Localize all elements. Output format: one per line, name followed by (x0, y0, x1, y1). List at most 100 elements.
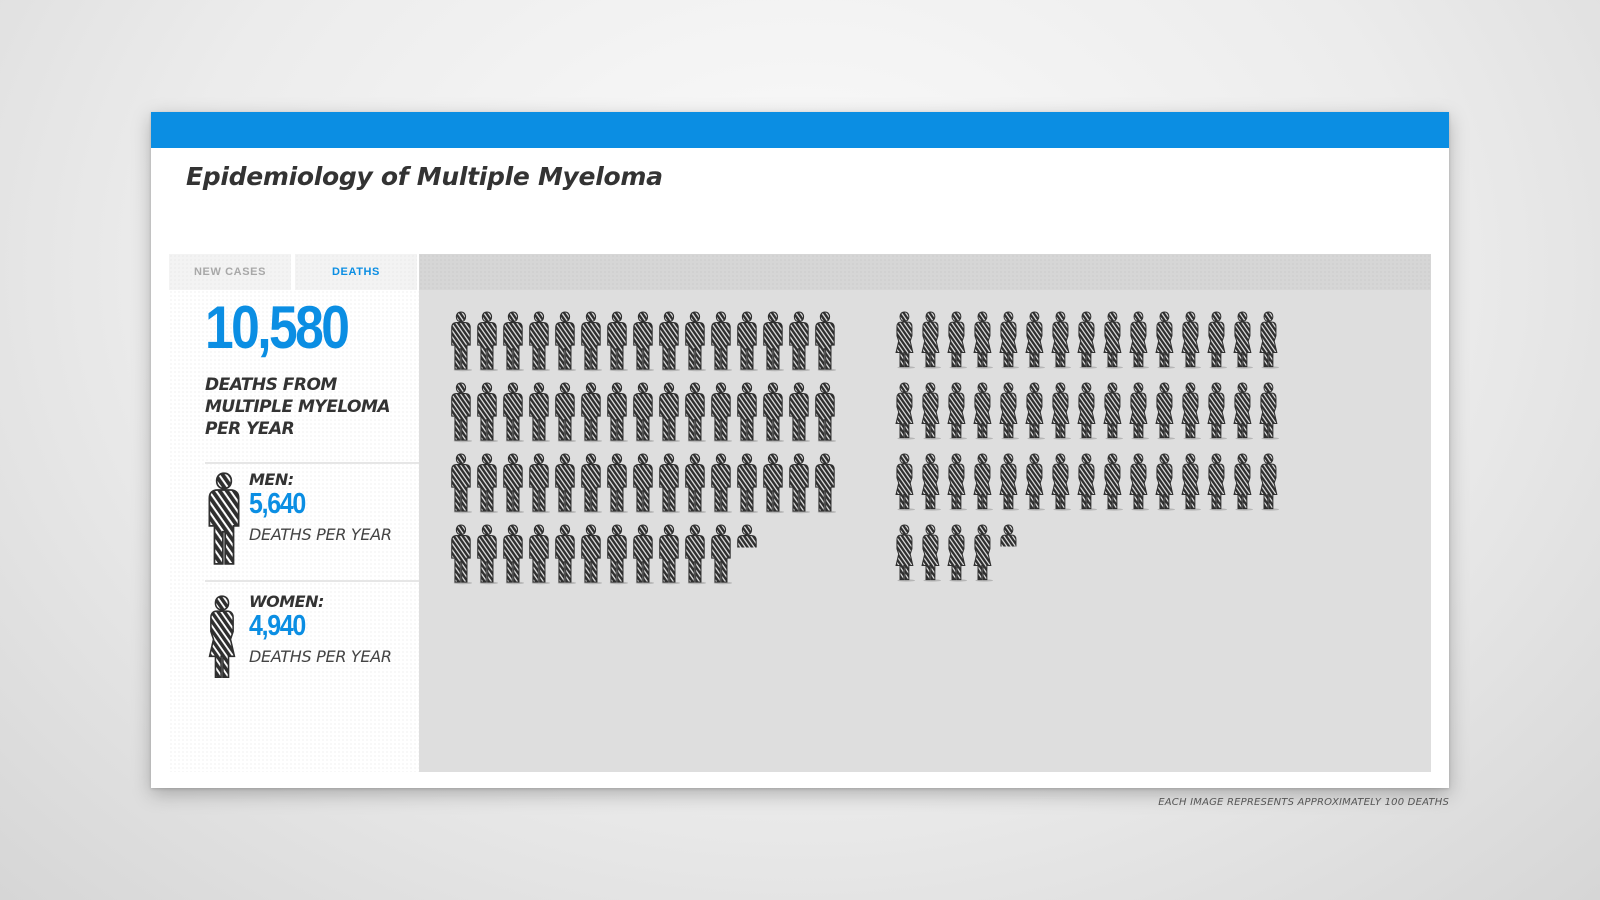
pictogram-unit (555, 524, 576, 585)
divider (205, 462, 419, 464)
pictogram-unit (921, 453, 941, 511)
woman-figure-icon (1233, 382, 1252, 439)
woman-figure-icon (999, 382, 1018, 439)
pictogram-unit (1025, 382, 1045, 440)
pictogram-unit (1025, 453, 1045, 511)
pictogram-unit (607, 382, 628, 443)
pictogram-unit (763, 453, 784, 514)
woman-figure-icon (947, 311, 966, 368)
man-figure-icon (815, 311, 835, 370)
woman-figure-icon (947, 524, 966, 581)
man-figure-icon (607, 382, 627, 441)
pictogram-unit (555, 311, 576, 372)
man-figure-icon (581, 311, 601, 370)
woman-figure-icon (895, 524, 914, 581)
pictogram-unit (633, 453, 654, 514)
tab-new-cases[interactable]: NEW CASES (169, 254, 291, 290)
pictogram-unit (555, 453, 576, 514)
pictogram-unit (1051, 311, 1071, 369)
pictogram-unit (1181, 453, 1201, 511)
pictogram-unit (555, 382, 576, 443)
woman-figure-icon (895, 311, 914, 368)
pictogram-unit (581, 453, 602, 514)
man-figure-icon (685, 524, 705, 583)
man-figure-icon (815, 453, 835, 512)
page-title: Epidemiology of Multiple Myeloma (186, 162, 663, 191)
man-figure-icon (737, 524, 757, 548)
pictogram-unit (1259, 453, 1279, 511)
woman-figure-icon (921, 524, 940, 581)
pictogram-unit (737, 524, 757, 548)
pictogram-unit (947, 311, 967, 369)
pictogram-unit (633, 382, 654, 443)
woman-figure-icon (1207, 382, 1226, 439)
pictogram-unit (947, 382, 967, 440)
woman-figure-icon (1077, 311, 1096, 368)
pictogram-unit (737, 311, 758, 372)
pictogram-unit (1000, 524, 1017, 547)
tab-deaths[interactable]: DEATHS (295, 254, 417, 290)
woman-figure-icon (1207, 311, 1226, 368)
pictogram-unit (711, 453, 732, 514)
pictogram-unit (477, 524, 498, 585)
pictogram-unit (711, 524, 732, 585)
pictogram-unit (711, 382, 732, 443)
man-figure-icon (789, 453, 809, 512)
pictogram-unit (503, 524, 524, 585)
woman-figure-icon (1155, 311, 1174, 368)
man-figure-icon (607, 311, 627, 370)
woman-figure-icon (947, 453, 966, 510)
pictogram-unit (999, 453, 1019, 511)
pictogram-unit (1233, 311, 1253, 369)
women-label: WOMEN: (249, 592, 324, 611)
pictogram-unit (947, 453, 967, 511)
pictogram-unit (947, 524, 967, 582)
man-figure-icon (659, 311, 679, 370)
man-figure-icon (555, 382, 575, 441)
man-figure-icon (633, 453, 653, 512)
pictogram-unit (973, 382, 993, 440)
pictogram-unit (503, 382, 524, 443)
pictogram-unit (1259, 382, 1279, 440)
pictogram-unit (1103, 453, 1123, 511)
man-figure-icon (529, 311, 549, 370)
woman-figure-icon (1000, 524, 1017, 547)
man-figure-icon (789, 382, 809, 441)
pictogram-unit (973, 453, 993, 511)
pictogram-unit (973, 524, 993, 582)
pictogram-unit (711, 311, 732, 372)
man-figure-icon (659, 382, 679, 441)
man-figure-icon (737, 382, 757, 441)
woman-figure-icon (1051, 453, 1070, 510)
man-figure-icon (659, 524, 679, 583)
woman-figure-icon (973, 382, 992, 439)
pictogram-unit (451, 524, 472, 585)
women-value: 4,940 (249, 610, 306, 642)
pictogram-unit (529, 382, 550, 443)
woman-figure-icon (1233, 453, 1252, 510)
man-figure-icon (633, 311, 653, 370)
pictogram-unit (503, 311, 524, 372)
man-figure-icon (685, 382, 705, 441)
pictogram-unit (737, 453, 758, 514)
woman-figure-icon (973, 311, 992, 368)
pictogram-unit (815, 311, 836, 372)
man-figure-icon (685, 453, 705, 512)
pictogram-unit (685, 311, 706, 372)
woman-figure-icon (1025, 311, 1044, 368)
pictogram-unit (895, 382, 915, 440)
woman-figure-icon (1181, 311, 1200, 368)
pictogram-unit (763, 311, 784, 372)
woman-figure-icon (1259, 453, 1278, 510)
series-group (451, 311, 836, 585)
man-figure-icon (555, 453, 575, 512)
pictogram-unit (659, 453, 680, 514)
pictogram-unit (529, 311, 550, 372)
pictogram-unit (1077, 311, 1097, 369)
pictogram-unit (477, 311, 498, 372)
woman-figure-icon (1129, 311, 1148, 368)
man-figure-icon (555, 524, 575, 583)
woman-figure-icon (1051, 382, 1070, 439)
pictogram-unit (973, 311, 993, 369)
pictogram-unit (1155, 453, 1175, 511)
